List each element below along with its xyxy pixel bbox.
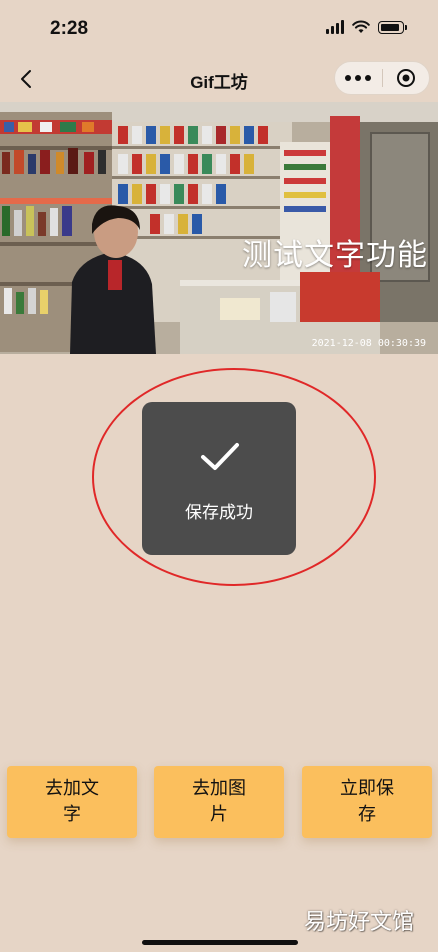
add-text-button[interactable]: 去加文字 bbox=[7, 766, 137, 838]
overlay-caption: 测试文字功能 bbox=[242, 238, 428, 273]
watermark: 易坊好文馆 bbox=[303, 910, 414, 935]
miniprogram-capsule bbox=[334, 61, 430, 95]
video-timestamp: 2021-12-08 00:30:39 bbox=[311, 338, 426, 349]
save-now-button-label: 立即保存 bbox=[340, 778, 394, 825]
store-scene-illustration bbox=[0, 102, 438, 354]
toast-message: 保存成功 bbox=[185, 503, 253, 523]
save-now-button[interactable]: 立即保存 bbox=[302, 766, 432, 838]
wifi-icon bbox=[352, 20, 370, 33]
add-image-button-label: 去加图片 bbox=[192, 778, 246, 825]
home-indicator bbox=[142, 940, 298, 945]
battery-icon bbox=[378, 20, 407, 34]
add-image-button[interactable]: 去加图片 bbox=[154, 766, 284, 838]
add-text-button-label: 去加文字 bbox=[45, 778, 99, 825]
close-miniprogram-icon[interactable] bbox=[383, 68, 430, 88]
status-icons bbox=[326, 20, 407, 34]
more-options-icon[interactable] bbox=[335, 75, 382, 81]
gif-preview-image: 测试文字功能 2021-12-08 00:30:39 bbox=[0, 102, 438, 354]
status-time: 2:28 bbox=[50, 18, 89, 39]
cellular-signal-icon bbox=[326, 20, 344, 34]
status-bar: 2:28 bbox=[0, 0, 438, 58]
checkmark-icon bbox=[201, 443, 239, 470]
navigation-bar: Gif工坊 bbox=[0, 58, 438, 102]
save-success-toast: 保存成功 bbox=[142, 402, 296, 555]
